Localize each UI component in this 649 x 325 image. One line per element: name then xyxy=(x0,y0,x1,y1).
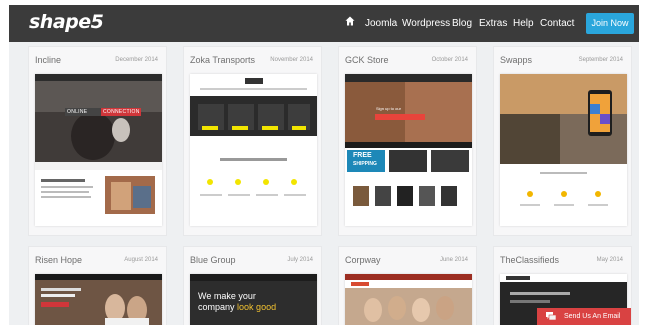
nav-help[interactable]: Help xyxy=(513,18,534,29)
top-nav-bar: shape5 Joomla Wordpress Blog Extras Help… xyxy=(9,5,639,42)
thumbnail-header-bar xyxy=(190,274,317,281)
banner-text-connection: CONNECTION xyxy=(103,109,140,115)
template-name: TheClassifieds xyxy=(500,255,560,265)
free-shipping-badge-line1: FREE xyxy=(353,152,372,159)
template-card-risen-hope[interactable]: Risen Hope August 2014 xyxy=(28,246,167,325)
shape5-logo[interactable]: shape5 xyxy=(29,11,104,33)
template-name: Risen Hope xyxy=(35,255,83,265)
template-thumbnail-corpway[interactable] xyxy=(345,274,472,325)
template-thumbnail-blue-group[interactable]: We make your company look good xyxy=(190,274,317,325)
template-date: September 2014 xyxy=(578,57,623,63)
send-email-label: Send Us An Email xyxy=(564,313,621,320)
template-date: May 2014 xyxy=(596,257,623,263)
template-date: October 2014 xyxy=(431,57,468,63)
template-card-incline[interactable]: Incline December 2014 ONLINE CONNECTION xyxy=(28,46,167,236)
template-thumbnail-swapps[interactable] xyxy=(500,74,627,226)
nav-joomla[interactable]: Joomla xyxy=(365,18,397,29)
template-name: GCK Store xyxy=(345,55,389,65)
chat-bubble-icon xyxy=(546,312,556,321)
gck-signup-banner: Sign up to our xyxy=(376,106,401,111)
template-name: Swapps xyxy=(500,55,533,65)
template-name: Corpway xyxy=(345,255,381,265)
headline-line1: We make your xyxy=(198,291,256,301)
blue-group-headline: We make your company look good xyxy=(198,291,276,313)
template-date: July 2014 xyxy=(287,257,313,263)
nav-contact[interactable]: Contact xyxy=(540,18,574,29)
template-name: Zoka Transports xyxy=(190,55,256,65)
headline-accent: look good xyxy=(237,302,277,312)
template-date: August 2014 xyxy=(124,257,158,263)
template-card-corpway[interactable]: Corpway June 2014 xyxy=(338,246,477,325)
template-card-gck-store[interactable]: GCK Store October 2014 Sign up to our FR… xyxy=(338,46,477,236)
template-thumbnail-risen-hope[interactable] xyxy=(35,274,162,325)
template-thumbnail-gck-store[interactable]: Sign up to our FREE SHIPPING xyxy=(345,74,472,226)
template-gallery: Incline December 2014 ONLINE CONNECTION … xyxy=(9,42,639,325)
template-date: November 2014 xyxy=(270,57,313,63)
incline-preview-image xyxy=(35,74,162,214)
risen-hope-preview-image xyxy=(35,274,162,325)
nav-blog[interactable]: Blog xyxy=(452,18,472,29)
template-date: June 2014 xyxy=(439,257,468,263)
zoka-transports-preview-image xyxy=(190,74,317,196)
template-card-swapps[interactable]: Swapps September 2014 xyxy=(493,46,632,236)
send-email-button[interactable]: Send Us An Email xyxy=(537,308,631,325)
template-name: Incline xyxy=(35,55,62,65)
headline-line2: company xyxy=(198,302,235,312)
nav-wordpress[interactable]: Wordpress xyxy=(402,18,450,29)
template-card-blue-group[interactable]: Blue Group July 2014 We make your compan… xyxy=(183,246,322,325)
corpway-preview-image xyxy=(345,274,472,325)
template-name: Blue Group xyxy=(190,255,236,265)
nav-extras[interactable]: Extras xyxy=(479,18,507,29)
template-date: December 2014 xyxy=(115,57,158,63)
swapps-preview-image xyxy=(500,74,627,226)
template-thumbnail-incline[interactable]: ONLINE CONNECTION xyxy=(35,74,162,226)
join-now-button[interactable]: Join Now xyxy=(586,13,634,34)
free-shipping-badge-line2: SHIPPING xyxy=(353,161,377,167)
template-card-zoka-transports[interactable]: Zoka Transports November 2014 xyxy=(183,46,322,236)
banner-text-online: ONLINE xyxy=(67,109,88,115)
template-thumbnail-zoka-transports[interactable] xyxy=(190,74,317,226)
home-icon[interactable] xyxy=(345,16,355,26)
gck-store-preview-image xyxy=(345,74,472,226)
